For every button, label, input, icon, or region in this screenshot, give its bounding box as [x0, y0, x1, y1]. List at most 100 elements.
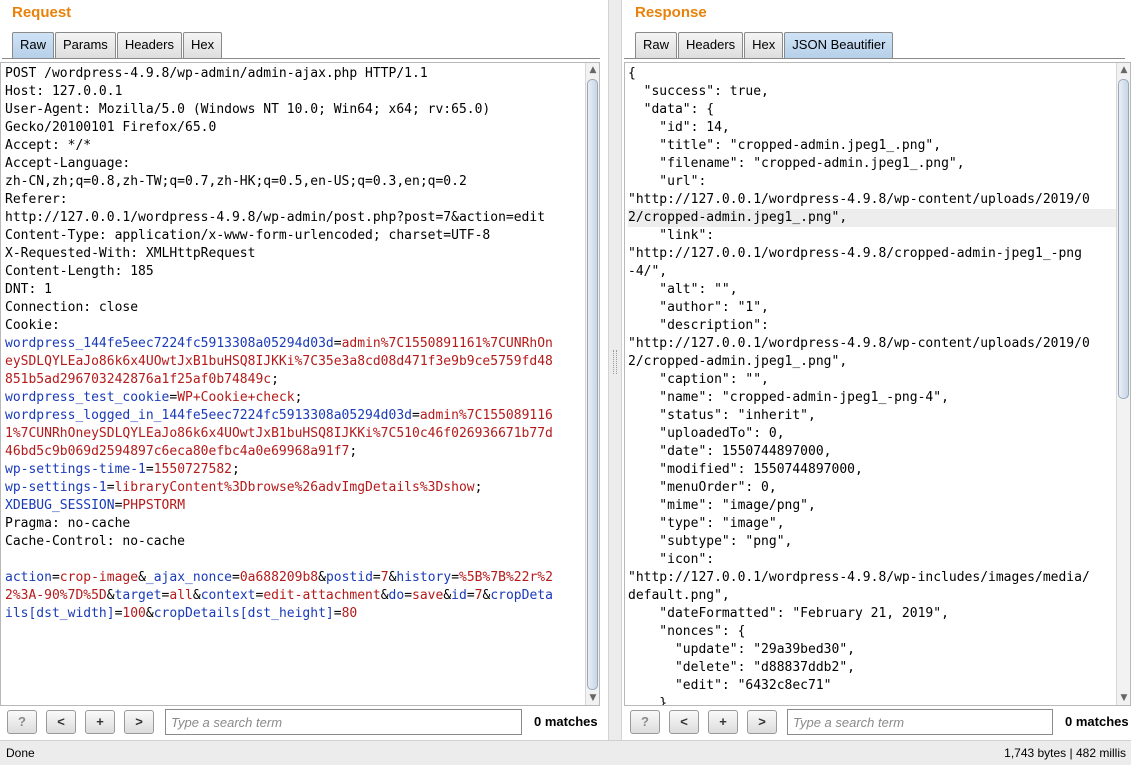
- text-segment: Cookie:: [5, 318, 60, 333]
- request-scroll-thumb[interactable]: [587, 79, 598, 690]
- scroll-up-icon[interactable]: ▲: [1117, 64, 1130, 76]
- request-line: Cache-Control: no-cache: [5, 533, 599, 551]
- response-line: "type": "image",: [628, 516, 785, 531]
- request-line: 1%7CUNRhOneySDLQYLEaJo86k6x4UOwtJxB1buHS…: [5, 425, 599, 443]
- response-line: "alt": "",: [628, 282, 738, 297]
- request-line: 46bd5c9b069d2594897c6eca80efbc4a0e69968a…: [5, 443, 599, 461]
- text-segment: &: [106, 588, 115, 603]
- param-value: admin%7C1550891161%7CUNRhOn: [341, 336, 553, 351]
- text-segment: Host: 127.0.0.1: [5, 84, 123, 99]
- param-value: 1%7CUNRhOneySDLQYLEaJo86k6x4UOwtJxB1buHS…: [5, 426, 553, 441]
- param-value: edit-attachment: [263, 588, 381, 603]
- request-line: action=crop-image&_ajax_nonce=0a688209b8…: [5, 569, 599, 587]
- request-editor[interactable]: POST /wordpress-4.9.8/wp-admin/admin-aja…: [0, 62, 600, 706]
- scroll-down-icon[interactable]: ▼: [586, 692, 599, 704]
- response-search-input[interactable]: [787, 709, 1053, 735]
- param-name: id: [451, 588, 467, 603]
- request-add-button[interactable]: +: [85, 710, 115, 734]
- response-json-text[interactable]: { "success": true, "data": { "id": 14, "…: [625, 63, 1130, 705]
- response-line: 2/cropped-admin.jpeg1_.png",: [628, 209, 1130, 227]
- response-line: "edit": "6432c8ec71": [628, 678, 832, 693]
- param-value: save: [412, 588, 444, 603]
- text-segment: =: [451, 570, 460, 585]
- request-line: wordpress_144fe5eec7224fc5913308a05294d0…: [5, 335, 599, 353]
- param-name: history: [396, 570, 452, 585]
- request-tab-headers[interactable]: Headers: [116, 32, 182, 58]
- response-line: default.png",: [628, 588, 730, 603]
- response-title: Response: [635, 4, 707, 21]
- text-segment: ;: [474, 480, 483, 495]
- request-line: http://127.0.0.1/wordpress-4.9.8/wp-admi…: [5, 209, 599, 227]
- response-scroll-thumb[interactable]: [1118, 79, 1129, 399]
- param-value: crop-image: [59, 570, 139, 585]
- response-tab-json-beautifier[interactable]: JSON Beautifier: [784, 32, 894, 59]
- text-segment: zh-CN,zh;q=0.8,zh-TW;q=0.7,zh-HK;q=0.5,e…: [5, 174, 467, 189]
- pane-splitter[interactable]: [608, 0, 622, 740]
- text-segment: Content-Length: 185: [5, 264, 154, 279]
- response-line: "icon":: [628, 552, 715, 567]
- text-segment: =: [333, 606, 342, 621]
- response-editor[interactable]: { "success": true, "data": { "id": 14, "…: [624, 62, 1131, 706]
- text-segment: =: [145, 462, 154, 477]
- splitter-grip-icon[interactable]: [613, 350, 617, 374]
- response-next-match-button[interactable]: >: [747, 710, 777, 734]
- request-line: Content-Type: application/x-www-form-url…: [5, 227, 599, 245]
- param-value: 851b5ad296703242876a1f25af0b74849c: [5, 372, 272, 387]
- status-text: Done: [6, 746, 35, 760]
- response-line: "title": "cropped-admin.jpeg1_.png",: [628, 138, 942, 153]
- text-segment: &: [138, 570, 146, 585]
- response-prev-match-button[interactable]: <: [669, 710, 699, 734]
- response-scrollbar[interactable]: ▲ ▼: [1116, 63, 1130, 705]
- response-help-button[interactable]: ?: [630, 710, 660, 734]
- request-line: 851b5ad296703242876a1f25af0b74849c;: [5, 371, 599, 389]
- response-tab-raw[interactable]: Raw: [635, 32, 678, 58]
- response-line: "id": 14,: [628, 120, 730, 135]
- response-line: "filename": "cropped-admin.jpeg1_.png",: [628, 156, 965, 171]
- response-line: "date": 1550744897000,: [628, 444, 832, 459]
- text-segment: =: [51, 570, 60, 585]
- param-value: admin%7C155089116: [419, 408, 553, 423]
- response-add-button[interactable]: +: [708, 710, 738, 734]
- request-tabs: Raw Params Headers Hex: [12, 32, 223, 59]
- param-value: 0a688209b8: [239, 570, 319, 585]
- request-line: Content-Length: 185: [5, 263, 599, 281]
- response-line: "link":: [628, 228, 715, 243]
- text-segment: Accept: */*: [5, 138, 92, 153]
- response-line: "uploadedTo": 0,: [628, 426, 785, 441]
- request-line: Connection: close: [5, 299, 599, 317]
- param-name: cropDeta: [490, 588, 553, 603]
- text-segment: =: [412, 408, 420, 423]
- param-value: 2%3A-90%7D%5D: [5, 588, 107, 603]
- text-segment: &: [380, 588, 389, 603]
- response-line: "update": "29a39bed30",: [628, 642, 855, 657]
- request-next-match-button[interactable]: >: [124, 710, 154, 734]
- request-tab-hex[interactable]: Hex: [182, 32, 223, 58]
- response-tab-hex[interactable]: Hex: [744, 32, 784, 58]
- param-value: 7: [380, 570, 389, 585]
- request-tab-line: [2, 58, 600, 59]
- param-value: 100: [122, 606, 146, 621]
- request-line: DNT: 1: [5, 281, 599, 299]
- param-name: wordpress_144fe5eec7224fc5913308a05294d0…: [5, 336, 334, 351]
- param-name: wp-settings-1: [5, 480, 107, 495]
- text-segment: User-Agent: Mozilla/5.0 (Windows NT 10.0…: [5, 102, 491, 117]
- request-line: Accept: */*: [5, 137, 599, 155]
- param-name: wp-settings-time-1: [5, 462, 146, 477]
- request-line: Referer:: [5, 191, 599, 209]
- param-value: 46bd5c9b069d2594897c6eca80efbc4a0e69968a…: [5, 444, 350, 459]
- request-tab-params[interactable]: Params: [55, 32, 116, 58]
- request-help-button[interactable]: ?: [7, 710, 37, 734]
- request-tab-raw[interactable]: Raw: [12, 32, 55, 59]
- request-prev-match-button[interactable]: <: [46, 710, 76, 734]
- request-match-count: 0 matches: [534, 714, 598, 729]
- request-scrollbar[interactable]: ▲ ▼: [585, 63, 599, 705]
- response-line: -4/",: [628, 264, 668, 279]
- response-tab-headers[interactable]: Headers: [678, 32, 744, 58]
- scroll-up-icon[interactable]: ▲: [586, 64, 599, 76]
- response-line: {: [628, 66, 636, 81]
- request-raw-text[interactable]: POST /wordpress-4.9.8/wp-admin/admin-aja…: [1, 63, 599, 623]
- request-search-input[interactable]: [165, 709, 522, 735]
- text-segment: ;: [271, 372, 279, 387]
- request-line: wordpress_logged_in_144fe5eec7224fc59133…: [5, 407, 599, 425]
- scroll-down-icon[interactable]: ▼: [1117, 692, 1130, 704]
